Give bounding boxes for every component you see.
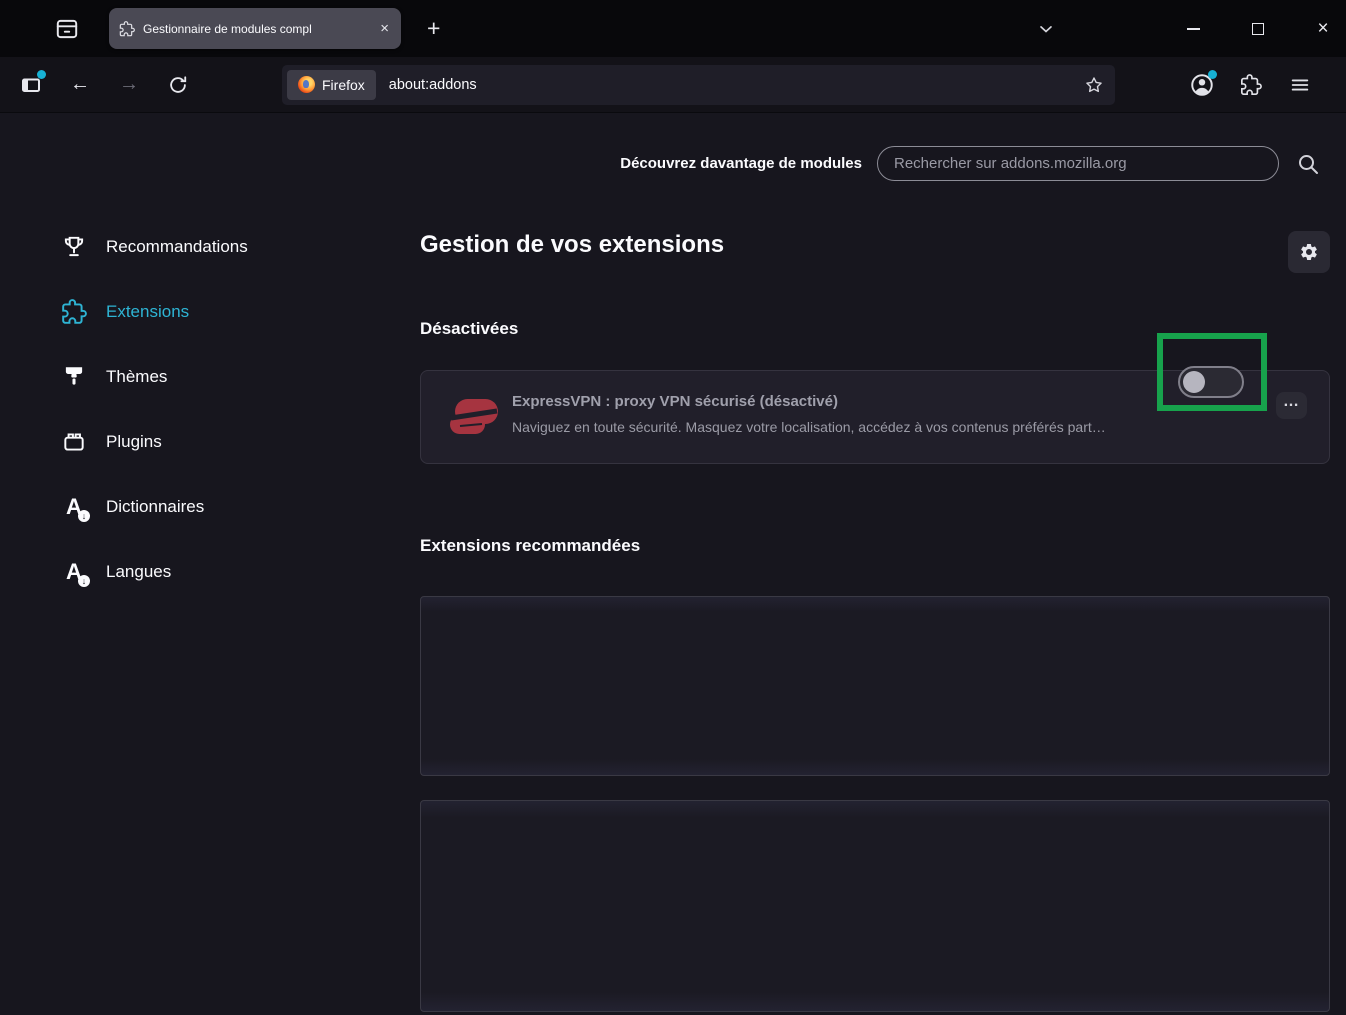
extension-text: ExpressVPN : proxy VPN sécurisé (désacti… bbox=[512, 393, 1106, 435]
window-controls: × bbox=[1151, 9, 1346, 49]
category-sidebar: Recommandations Extensions bbox=[0, 227, 420, 1012]
tab-close-icon[interactable]: × bbox=[378, 21, 391, 36]
sidebar-item-extensions[interactable]: Extensions bbox=[60, 292, 420, 332]
extensions-toolbar-icon[interactable] bbox=[1234, 68, 1268, 102]
new-tab-button[interactable]: + bbox=[427, 17, 440, 40]
notification-dot bbox=[1208, 70, 1217, 79]
active-tab[interactable]: Gestionnaire de modules compl × bbox=[109, 8, 401, 49]
close-window-button[interactable]: × bbox=[1300, 9, 1346, 49]
extension-enable-toggle[interactable] bbox=[1178, 366, 1244, 398]
chip-label: Firefox bbox=[322, 77, 365, 93]
addons-search-row: Découvrez davantage de modules bbox=[0, 113, 1346, 181]
sidebar-item-plugins[interactable]: Plugins bbox=[60, 422, 420, 462]
addons-manager-page: Découvrez davantage de modules bbox=[0, 113, 1346, 1015]
toggle-knob bbox=[1183, 371, 1205, 393]
extension-description: Naviguez en toute sécurité. Masquez votr… bbox=[512, 419, 1106, 435]
sidebar-item-label: Thèmes bbox=[106, 367, 167, 387]
sidebar-toolbar-icon[interactable] bbox=[14, 68, 48, 102]
addons-search-input[interactable] bbox=[877, 146, 1279, 181]
tab-bar: Gestionnaire de modules compl × + × bbox=[0, 0, 1346, 57]
tab-title: Gestionnaire de modules compl bbox=[143, 22, 370, 36]
sidebar-item-label: Recommandations bbox=[106, 237, 248, 257]
back-button[interactable]: ← bbox=[63, 68, 97, 102]
recommended-section-header: Extensions recommandées bbox=[420, 536, 1330, 556]
account-icon[interactable] bbox=[1185, 68, 1219, 102]
maximize-button[interactable] bbox=[1235, 9, 1281, 49]
sidebar-item-dictionaries[interactable]: A ↓ Dictionnaires bbox=[60, 487, 420, 527]
list-all-tabs-chevron-icon[interactable] bbox=[1029, 12, 1063, 46]
expressvpn-logo-icon bbox=[448, 394, 501, 442]
page-title: Gestion de vos extensions bbox=[420, 231, 724, 259]
extension-name-link[interactable]: ExpressVPN : proxy VPN sécurisé (désacti… bbox=[512, 393, 1106, 410]
minimize-button[interactable] bbox=[1170, 9, 1216, 49]
menu-hamburger-icon[interactable] bbox=[1283, 68, 1317, 102]
gear-icon bbox=[1299, 242, 1319, 262]
search-icon[interactable] bbox=[1294, 150, 1322, 178]
sidebar-item-recommandations[interactable]: Recommandations bbox=[60, 227, 420, 267]
forward-button[interactable]: → bbox=[112, 68, 146, 102]
search-label: Découvrez davantage de modules bbox=[620, 155, 862, 172]
firefox-view-icon[interactable] bbox=[52, 14, 82, 44]
plugin-brick-icon bbox=[60, 428, 88, 456]
tools-for-all-addons-button[interactable] bbox=[1288, 231, 1330, 273]
sidebar-item-themes[interactable]: Thèmes bbox=[60, 357, 420, 397]
notification-dot bbox=[37, 70, 46, 79]
extensions-main-panel: Gestion de vos extensions Désactivées bbox=[420, 227, 1330, 1012]
paintbrush-icon bbox=[60, 363, 88, 391]
sidebar-item-label: Dictionnaires bbox=[106, 497, 204, 517]
addons-favicon-icon bbox=[119, 21, 135, 37]
firefox-logo-icon bbox=[298, 76, 315, 93]
trophy-icon bbox=[60, 233, 88, 261]
recommended-card-placeholder bbox=[420, 800, 1330, 1012]
bookmark-star-icon[interactable] bbox=[1079, 70, 1109, 100]
sidebar-item-languages[interactable]: A ↓ Langues bbox=[60, 552, 420, 592]
extension-card-expressvpn[interactable]: ExpressVPN : proxy VPN sécurisé (désacti… bbox=[420, 370, 1330, 464]
address-bar[interactable]: Firefox about:addons bbox=[282, 65, 1115, 105]
more-options-button[interactable]: … bbox=[1276, 392, 1307, 419]
recommended-card-placeholder bbox=[420, 596, 1330, 776]
reload-icon[interactable] bbox=[161, 68, 195, 102]
letter-a-download-icon: A ↓ bbox=[60, 493, 88, 521]
puzzle-icon bbox=[60, 298, 88, 326]
letter-a-download-icon: A ↓ bbox=[60, 558, 88, 586]
sidebar-item-label: Plugins bbox=[106, 432, 162, 452]
disabled-section-header: Désactivées bbox=[420, 319, 1330, 339]
navigation-toolbar: ← → Firefox about:addons bbox=[0, 57, 1346, 113]
firefox-chip[interactable]: Firefox bbox=[287, 70, 376, 100]
sidebar-item-label: Langues bbox=[106, 562, 171, 582]
sidebar-item-label: Extensions bbox=[106, 302, 189, 322]
url-text: about:addons bbox=[389, 77, 1079, 93]
browser-window: Gestionnaire de modules compl × + × ← → bbox=[0, 0, 1346, 1015]
